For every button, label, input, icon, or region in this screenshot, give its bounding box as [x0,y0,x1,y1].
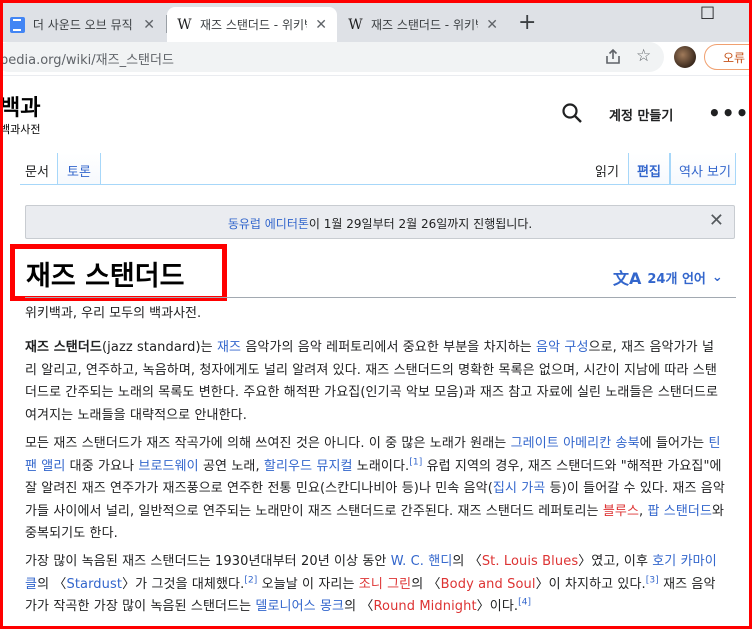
article-paragraph-1: 재즈 스탠더드(jazz standard)는 재즈 음악가의 음악 레퍼토리에… [25,337,725,427]
browser-tab-strip: 더 사운드 오브 뮤직 ✕ W 재즈 스탠더드 - 위키백과 ✕ W 재즈 스탠… [0,0,752,42]
reference-link[interactable]: [1] [409,457,422,467]
share-icon[interactable] [604,48,622,66]
reference-3[interactable]: [3] [646,575,659,585]
wiki-wordmark[interactable]: 백과 [0,90,40,122]
reference-2[interactable]: [2] [244,575,257,585]
language-button[interactable]: 文A 24개 언어 ⌄ [613,265,723,289]
article-paragraph-2: 모든 재즈 스탠더드가 재즈 작곡가에 의해 쓰여진 것은 아니다. 이 중 많… [25,433,725,546]
tab-talk[interactable]: 토론 [67,161,91,180]
browser-tab-jazz-standard-active[interactable]: W 재즈 스탠더드 - 위키백과 ✕ [167,7,337,42]
reference-4[interactable]: [4] [518,598,531,608]
link-johnny-green[interactable]: 조니 그린 [359,577,411,592]
text-run: 〉이다. [476,599,519,614]
close-tab-icon[interactable]: ✕ [315,17,327,33]
banner-message: 이 1월 29일부터 2월 26일까지 진행됩니다. [308,217,533,231]
tab-title: 더 사운드 오브 뮤직 [32,18,133,32]
tab-article[interactable]: 문서 [25,161,49,180]
page-title: 재즈 스탠더드 [26,261,185,292]
text-run: 가장 많이 녹음된 재즈 스탠더드는 1930년대부터 20년 이상 동안 [25,554,391,569]
address-bar[interactable]: pedia.org/wiki/재즈_스탠더드 [0,42,664,72]
close-tab-icon[interactable]: ✕ [143,17,155,33]
article-paragraph-3: 가장 많이 녹음된 재즈 스탠더드는 1930년대부터 20년 이상 동안 W.… [25,551,725,619]
tab-history[interactable]: 역사 보기 [679,161,731,180]
text-run: 〉이 차지하고 있다. [535,576,646,592]
title-divider [25,297,736,298]
banner-text: 동유럽 에디터톤이 1월 29일부터 2월 26일까지 진행됩니다. [26,215,734,232]
create-account-link[interactable]: 계정 만들기 [609,105,673,124]
url-text[interactable]: pedia.org/wiki/재즈_스탠더드 [0,49,174,68]
wikipedia-icon: W [177,16,192,33]
reference-1[interactable]: [1] [409,457,422,467]
search-icon[interactable] [561,102,583,124]
text-run: 의 〈 [344,599,374,614]
close-tab-icon[interactable]: ✕ [486,17,498,33]
chevron-down-icon: ⌄ [711,269,723,285]
text-run: 모든 재즈 스탠더드가 재즈 작곡가에 의해 쓰여진 것은 아니다. 이 중 많… [25,436,511,451]
site-notice-banner: 동유럽 에디터톤이 1월 29일부터 2월 26일까지 진행됩니다. ✕ [25,205,735,239]
text-run: 에 들어가는 [639,436,709,451]
link-hollywood-musical[interactable]: 할리우드 뮤지컬 [264,459,353,474]
reference-link[interactable]: [4] [518,598,531,608]
link-round-midnight[interactable]: Round Midnight [373,599,476,614]
text-run: 노래이다. [352,458,410,474]
link-st-louis-blues[interactable]: St. Louis Blues [482,554,578,569]
browser-tab-jazz-standard[interactable]: W 재즈 스탠더드 - 위키백과 ✕ [338,7,508,42]
more-options-icon[interactable]: ••• [708,101,749,125]
link-great-american-songbook[interactable]: 그레이트 아메리칸 송북 [511,436,640,451]
text-run: 〉였고, 이후 [578,554,653,569]
bookmark-star-icon[interactable]: ☆ [636,46,651,66]
link-pop-standard[interactable]: 팝 스탠더드 [648,504,713,519]
link-thelonious-monk[interactable]: 델로니어스 몽크 [255,599,344,614]
text-run: 의 〈 [452,554,482,569]
error-button-label: 오류 [723,50,746,65]
reference-link[interactable]: [2] [244,575,257,585]
error-button[interactable]: 오류 [704,44,752,70]
text-run: 오늘날 이 자리는 [257,576,359,592]
link-blues[interactable]: 블루스 [603,504,639,519]
restore-window-button[interactable]: □ [700,2,715,21]
text-run: , [639,503,648,519]
editathon-link[interactable]: 동유럽 에디터톤 [228,217,309,231]
wikipedia-icon: W [348,16,363,33]
toolbar-divider [0,75,752,76]
tabs-underline [20,184,736,185]
reference-link[interactable]: [3] [646,575,659,585]
text-run: 의 〈 [411,576,441,592]
link-stardust[interactable]: Stardust [66,577,122,592]
link-jazz[interactable]: 재즈 [217,340,241,355]
profile-avatar[interactable] [674,46,696,68]
text-run: (jazz standard)는 [102,340,217,355]
tab-edit[interactable]: 편집 [637,161,661,180]
text-run: 음악가의 음악 레퍼토리에서 중요한 부분을 차지하는 [241,340,537,355]
text-run: 대중 가요나 [65,458,139,474]
link-wc-handy[interactable]: W. C. 핸디 [391,554,453,569]
wiki-tagline: 백과사전 [0,123,41,136]
tab-read[interactable]: 읽기 [595,161,619,180]
language-count: 24개 언어 [647,271,706,287]
new-tab-button[interactable]: + [518,10,536,35]
close-banner-icon[interactable]: ✕ [709,210,724,231]
text-run: 의 〈 [37,576,67,592]
tab-title: 재즈 스탠더드 - 위키백과 [199,18,307,32]
tab-title: 재즈 스탠더드 - 위키백과 [370,18,478,32]
browser-tab-sound-of-music[interactable]: 더 사운드 오브 뮤직 ✕ [0,7,165,42]
language-icon: 文A [613,269,642,288]
site-sub: 위키백과, 우리 모두의 백과사전. [25,306,202,321]
docs-icon [10,16,25,33]
link-gypsy-song[interactable]: 집시 가곡 [493,481,545,496]
link-body-and-soul[interactable]: Body and Soul [441,577,536,592]
address-bar-row: pedia.org/wiki/재즈_스탠더드 ☆ 오류 [0,42,752,72]
link-broadway[interactable]: 브로드웨이 [138,459,198,474]
link-music-composition[interactable]: 음악 구성 [536,340,588,355]
term-bold: 재즈 스탠더드 [25,340,102,355]
text-run: 공연 노래, [198,458,264,474]
text-run: 〉가 그것을 대체했다. [122,576,245,592]
